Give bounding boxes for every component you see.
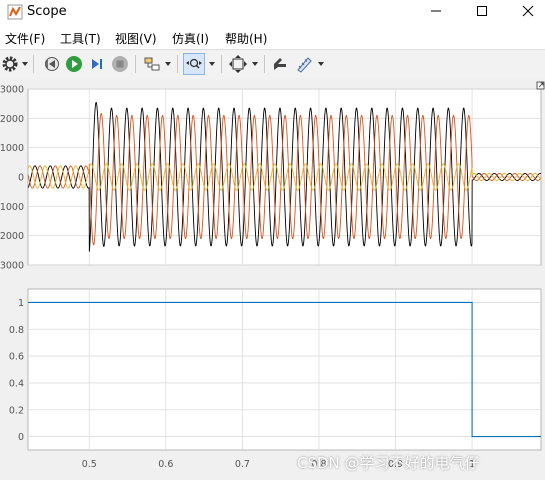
- title-bar: Scope: [0, 0, 545, 26]
- menu-simulation[interactable]: 仿真(I): [172, 30, 209, 47]
- y-tick-label: 0: [18, 173, 24, 184]
- minimize-button[interactable]: [413, 0, 459, 22]
- toolbar-separator: [221, 55, 222, 73]
- run-icon: [66, 56, 82, 72]
- autoscale-icon: [229, 55, 247, 73]
- scope-icon: [7, 4, 23, 20]
- step-forward-button[interactable]: [87, 54, 107, 74]
- signal-stats-button[interactable]: [294, 54, 314, 74]
- y-tick-label: 0: [18, 432, 24, 443]
- toolbar-separator: [264, 55, 265, 73]
- highlight-block-button[interactable]: [142, 54, 162, 74]
- plot-area: 3000 2000 1000 0 -1000 -2000 -3000 1 0.8 0.6 0.4 0…: [0, 79, 545, 480]
- settings-button[interactable]: [0, 54, 20, 74]
- zoom-icon: [186, 58, 202, 69]
- menu-file[interactable]: 文件(F): [5, 30, 45, 47]
- step-forward-icon: [92, 59, 102, 69]
- axes-top[interactable]: 3000 2000 1000 0 -1000 -2000 -3000: [0, 85, 542, 272]
- close-button[interactable]: [505, 0, 545, 22]
- highlight-dropdown-icon[interactable]: [165, 59, 172, 69]
- close-icon: [522, 5, 534, 17]
- scope-plots[interactable]: 3000 2000 1000 0 -1000 -2000 -3000 1 0.8 0.6 0.4 0…: [0, 79, 545, 480]
- stop-icon: [112, 56, 128, 72]
- window-title: Scope: [27, 4, 67, 19]
- signal-stats-icon: [297, 57, 312, 73]
- highlight-block-icon: [144, 57, 160, 71]
- y-tick-label: -3000: [0, 261, 24, 272]
- axes-background: [27, 288, 542, 451]
- step-back-icon: [45, 57, 59, 71]
- settings-dropdown-icon[interactable]: [22, 59, 29, 69]
- autoscale-dropdown-icon[interactable]: [252, 59, 259, 69]
- cursor-measure-icon: [274, 58, 286, 70]
- axes-bottom[interactable]: 10.80.60.40.200.5 0.6 0.7 0.8 0.9 1: [9, 288, 542, 470]
- run-button[interactable]: [64, 54, 84, 74]
- menu-help[interactable]: 帮助(H): [225, 30, 267, 47]
- menu-view[interactable]: 视图(V): [115, 30, 157, 47]
- measure-dropdown-icon[interactable]: [318, 59, 325, 69]
- stop-button[interactable]: [110, 54, 130, 74]
- x-tick-label: 0.5: [82, 459, 97, 470]
- y-tick-label: -2000: [0, 231, 24, 242]
- y-tick-label: 2000: [0, 114, 24, 125]
- zoom-button[interactable]: [183, 53, 205, 75]
- y-tick-label: 0.8: [9, 325, 24, 336]
- settings-gear-icon: [2, 56, 18, 72]
- y-tick-label: 1: [18, 298, 24, 309]
- maximize-button[interactable]: [459, 0, 505, 22]
- toolbar: [0, 49, 545, 80]
- minimize-icon: [431, 10, 441, 12]
- x-tick-label: 0.7: [235, 459, 250, 470]
- toolbar-separator: [33, 55, 34, 73]
- zoom-dropdown-icon[interactable]: [209, 59, 216, 69]
- y-tick-label: 0.4: [9, 378, 24, 389]
- y-tick-label: 3000: [0, 85, 24, 96]
- maximize-icon: [477, 6, 487, 16]
- undock-icon[interactable]: [536, 81, 545, 90]
- y-tick-label: 1000: [0, 143, 24, 154]
- menu-bar: 文件(F) 工具(T) 视图(V) 仿真(I) 帮助(H): [0, 26, 545, 48]
- autoscale-button[interactable]: [228, 54, 248, 74]
- x-tick-label: 0.6: [158, 459, 173, 470]
- toolbar-separator: [177, 55, 178, 73]
- cursor-measure-button[interactable]: [270, 54, 290, 74]
- y-tick-label: 0.2: [9, 405, 24, 416]
- menu-tools[interactable]: 工具(T): [60, 30, 101, 47]
- toolbar-separator: [135, 55, 136, 73]
- watermark: CSDN @学习不好的电气仔: [297, 454, 480, 472]
- y-tick-label: -1000: [0, 202, 24, 213]
- step-back-button[interactable]: [41, 54, 61, 74]
- y-tick-label: 0.6: [9, 352, 24, 363]
